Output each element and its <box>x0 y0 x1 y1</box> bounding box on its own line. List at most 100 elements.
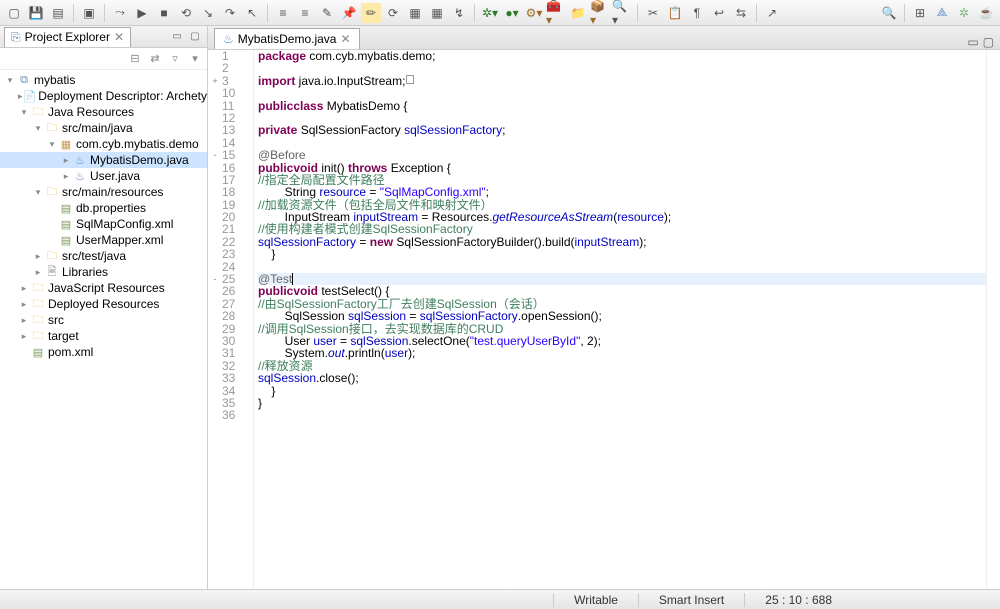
code-line[interactable]: //释放资源 <box>258 360 986 372</box>
minimize-icon[interactable]: ▭ <box>967 35 978 49</box>
code-line[interactable]: sqlSession.close(); <box>258 372 986 384</box>
code-line[interactable]: String resource = "SqlMapConfig.xml"; <box>258 186 986 198</box>
code-line[interactable]: package com.cyb.mybatis.demo; <box>258 50 986 62</box>
tb-save-icon[interactable]: 💾 <box>26 3 46 23</box>
tb-pen-icon[interactable]: ✏ <box>361 3 381 23</box>
tb-stepret-icon[interactable]: ↖ <box>242 3 262 23</box>
editor-body[interactable]: +-- 123101112131415161718192021222324252… <box>208 50 1000 589</box>
code-line[interactable]: System.out.println(user); <box>258 347 986 359</box>
twisty-icon[interactable]: ▾ <box>18 107 30 118</box>
filter-icon[interactable]: ▿ <box>167 51 183 67</box>
twisty-icon[interactable]: ▾ <box>32 123 44 134</box>
line-number[interactable]: 15 <box>222 149 247 161</box>
twisty-icon[interactable]: ▸ <box>32 251 44 262</box>
tree-item-deployed-resources[interactable]: ▸🗀Deployed Resources <box>0 296 207 312</box>
fold-marker[interactable]: - <box>208 149 222 161</box>
tb-runmenu-icon[interactable]: ●▾ <box>502 3 522 23</box>
twisty-icon[interactable]: ▸ <box>18 315 30 326</box>
code-line[interactable]: SqlSession sqlSession = sqlSessionFactor… <box>258 310 986 322</box>
line-number[interactable]: 28 <box>222 310 247 322</box>
tree-item-src-test-java[interactable]: ▸🗀src/test/java <box>0 248 207 264</box>
tb-profile-icon[interactable]: 📁 <box>568 3 588 23</box>
tb-opentask-icon[interactable]: ↗ <box>762 3 782 23</box>
twisty-icon[interactable]: ▸ <box>60 155 72 166</box>
tree-item-js-resources[interactable]: ▸🗀JavaScript Resources <box>0 280 207 296</box>
tb-debugmenu-icon[interactable]: ✲▾ <box>480 3 500 23</box>
tb-folder-icon[interactable]: ▣ <box>79 3 99 23</box>
code-line[interactable]: @Before <box>258 149 986 161</box>
twisty-icon[interactable]: ▸ <box>18 299 30 310</box>
project-tree[interactable]: ▾⧉mybatis▸📄Deployment Descriptor: Archet… <box>0 70 207 589</box>
tree-item-deployment-descriptor[interactable]: ▸📄Deployment Descriptor: Archetype Creat… <box>0 88 207 104</box>
tree-item-file-pom[interactable]: ▤pom.xml <box>0 344 207 360</box>
code-line[interactable] <box>258 409 986 421</box>
collapse-all-icon[interactable]: ⊟ <box>127 51 143 67</box>
tb-paste-icon[interactable]: 📋 <box>665 3 685 23</box>
tree-item-src-main-java[interactable]: ▾🗀src/main/java <box>0 120 207 136</box>
line-number[interactable]: 33 <box>222 372 247 384</box>
tb-persp-java-icon[interactable]: ⟁ <box>932 3 952 23</box>
tree-item-package[interactable]: ▾▦com.cyb.mybatis.demo <box>0 136 207 152</box>
link-editor-icon[interactable]: ⇄ <box>147 51 163 67</box>
code-line[interactable]: } <box>258 385 986 397</box>
twisty-icon[interactable]: ▸ <box>60 171 72 182</box>
tb-align2-icon[interactable]: ≡ <box>295 3 315 23</box>
code-line[interactable] <box>258 261 986 273</box>
line-number[interactable]: 26 <box>222 285 247 297</box>
tree-item-libraries[interactable]: ▸🗎Libraries <box>0 264 207 280</box>
line-number[interactable]: 23 <box>222 248 247 260</box>
tree-item-target-folder[interactable]: ▸🗀target <box>0 328 207 344</box>
tb-saveall-icon[interactable]: ▤ <box>48 3 68 23</box>
code-line[interactable]: import java.io.InputStream; <box>258 75 986 87</box>
tree-item-java-resources[interactable]: ▾🗀Java Resources <box>0 104 207 120</box>
tb-task-icon[interactable]: ⇆ <box>731 3 751 23</box>
line-number[interactable]: 10 <box>222 87 247 99</box>
tb-new-icon[interactable]: ▢ <box>4 3 24 23</box>
code-line[interactable]: } <box>258 248 986 260</box>
minimize-icon[interactable]: ▭ <box>169 29 185 45</box>
line-number[interactable]: 31 <box>222 347 247 359</box>
tb-align1-icon[interactable]: ≡ <box>273 3 293 23</box>
editor-tab-mybatisdemo[interactable]: ♨ MybatisDemo.java ✕ <box>214 28 360 49</box>
tb-search-icon[interactable]: 🔍 <box>879 3 899 23</box>
twisty-icon[interactable]: ▸ <box>32 267 44 278</box>
tb-search2-icon[interactable]: 🔍▾ <box>612 3 632 23</box>
tb-persp-debug-icon[interactable]: ✲ <box>954 3 974 23</box>
code-line[interactable]: //使用构建者模式创建SqlSessionFactory <box>258 223 986 235</box>
close-icon[interactable]: ✕ <box>340 32 350 46</box>
code-line[interactable] <box>258 137 986 149</box>
code-line[interactable]: private SqlSessionFactory sqlSessionFact… <box>258 124 986 136</box>
maximize-icon[interactable]: ▢ <box>187 29 203 45</box>
code-line[interactable]: } <box>258 397 986 409</box>
tb-runlast-icon[interactable]: ▶ <box>132 3 152 23</box>
tb-runext-icon[interactable]: ⚙▾ <box>524 3 544 23</box>
tree-item-file-sqlmap[interactable]: ▤SqlMapConfig.xml <box>0 216 207 232</box>
twisty-icon[interactable]: ▾ <box>4 75 16 86</box>
tb-skip-icon[interactable]: ⤳ <box>110 3 130 23</box>
tb-newpkg-icon[interactable]: 📦▾ <box>590 3 610 23</box>
fold-marker[interactable]: + <box>208 75 222 87</box>
tb-persp-open-icon[interactable]: ⊞ <box>910 3 930 23</box>
tb-stop-icon[interactable]: ■ <box>154 3 174 23</box>
tree-item-src-main-resources[interactable]: ▾🗀src/main/resources <box>0 184 207 200</box>
code-line[interactable]: sqlSessionFactory = new SqlSessionFactor… <box>258 236 986 248</box>
line-number[interactable]: 18 <box>222 186 247 198</box>
tb-stepover-icon[interactable]: ↷ <box>220 3 240 23</box>
tb-cut-icon[interactable]: ✂ <box>643 3 663 23</box>
project-explorer-tab[interactable]: ⎘ Project Explorer ✕ <box>4 27 131 47</box>
code-line[interactable] <box>258 62 986 74</box>
tree-item-project-root[interactable]: ▾⧉mybatis <box>0 72 207 88</box>
tb-arrow-icon[interactable]: ↯ <box>449 3 469 23</box>
tb-tag-icon[interactable]: ✎ <box>317 3 337 23</box>
twisty-icon[interactable]: ▸ <box>18 331 30 342</box>
line-number[interactable]: 21 <box>222 223 247 235</box>
tree-item-src-folder[interactable]: ▸🗀src <box>0 312 207 328</box>
line-number[interactable]: 36 <box>222 409 247 421</box>
tree-item-file-mybatisdemo[interactable]: ▸♨MybatisDemo.java <box>0 152 207 168</box>
twisty-icon[interactable]: ▾ <box>32 187 44 198</box>
code-line[interactable]: public void testSelect() { <box>258 285 986 297</box>
fold-marker[interactable]: - <box>208 273 222 285</box>
tb-step-icon[interactable]: ↘ <box>198 3 218 23</box>
tb-box2-icon[interactable]: ▦ <box>427 3 447 23</box>
code-line[interactable] <box>258 87 986 99</box>
